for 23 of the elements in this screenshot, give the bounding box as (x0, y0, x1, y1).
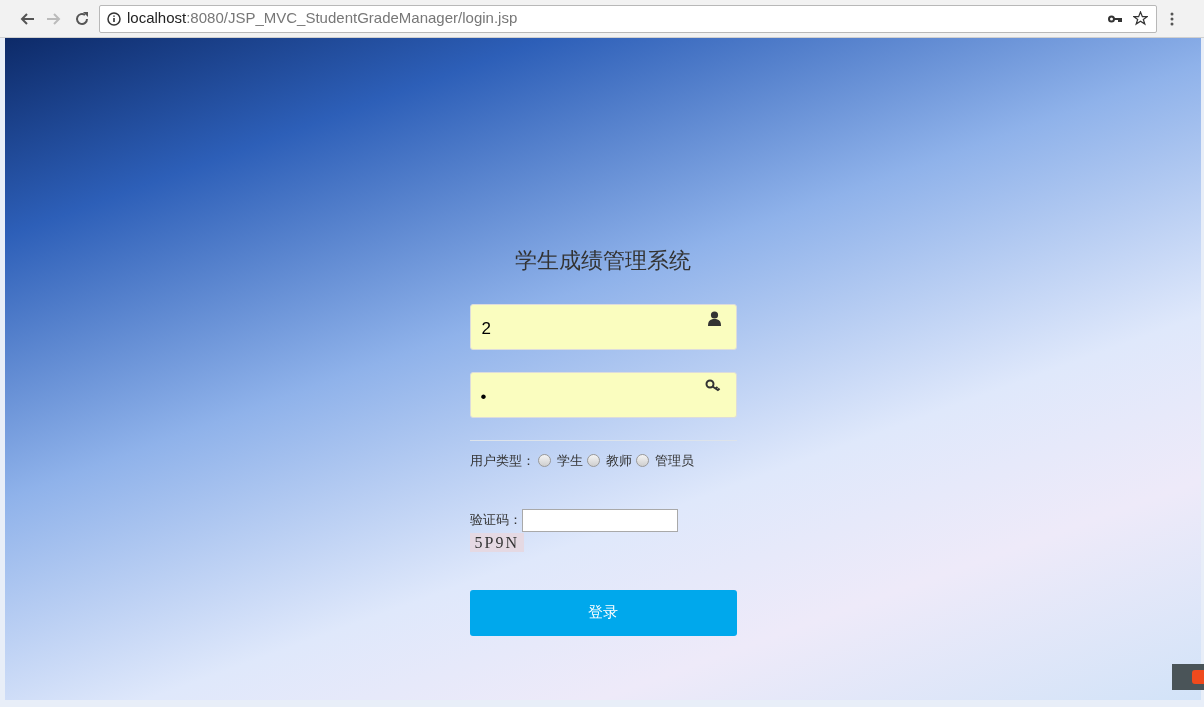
user-type-label: 用户类型： (469, 452, 535, 470)
captcha-input[interactable] (521, 508, 678, 532)
username-field[interactable]: 2 (469, 304, 737, 350)
radio-label: 教师 (605, 452, 632, 470)
radio-button[interactable] (537, 454, 551, 468)
star-icon[interactable] (1133, 11, 1148, 26)
system-title: 学生成绩管理系统 (515, 247, 691, 275)
key-icon (704, 379, 721, 392)
key-icon[interactable] (1108, 14, 1122, 23)
menu-icon[interactable] (1170, 11, 1174, 26)
radio-label: 管理员 (654, 452, 694, 470)
address-bar[interactable]: localhost:8080/JSP_MVC_StudentGradeManager/login.jsp (99, 4, 1157, 33)
user-icon (707, 311, 721, 326)
captcha-image[interactable]: 5P9N (469, 532, 524, 552)
info-icon[interactable] (107, 11, 121, 26)
radio-label: 学生 (556, 452, 583, 470)
radio-button[interactable] (635, 454, 649, 468)
password-field[interactable]: • (469, 372, 737, 418)
reload-icon[interactable] (74, 10, 90, 27)
url-text: localhost:8080/JSP_MVC_StudentGradeManager/login.jsp (127, 8, 518, 29)
captcha-label: 验证码： (469, 511, 522, 530)
radio-button[interactable] (586, 454, 600, 468)
back-icon[interactable] (19, 10, 35, 27)
